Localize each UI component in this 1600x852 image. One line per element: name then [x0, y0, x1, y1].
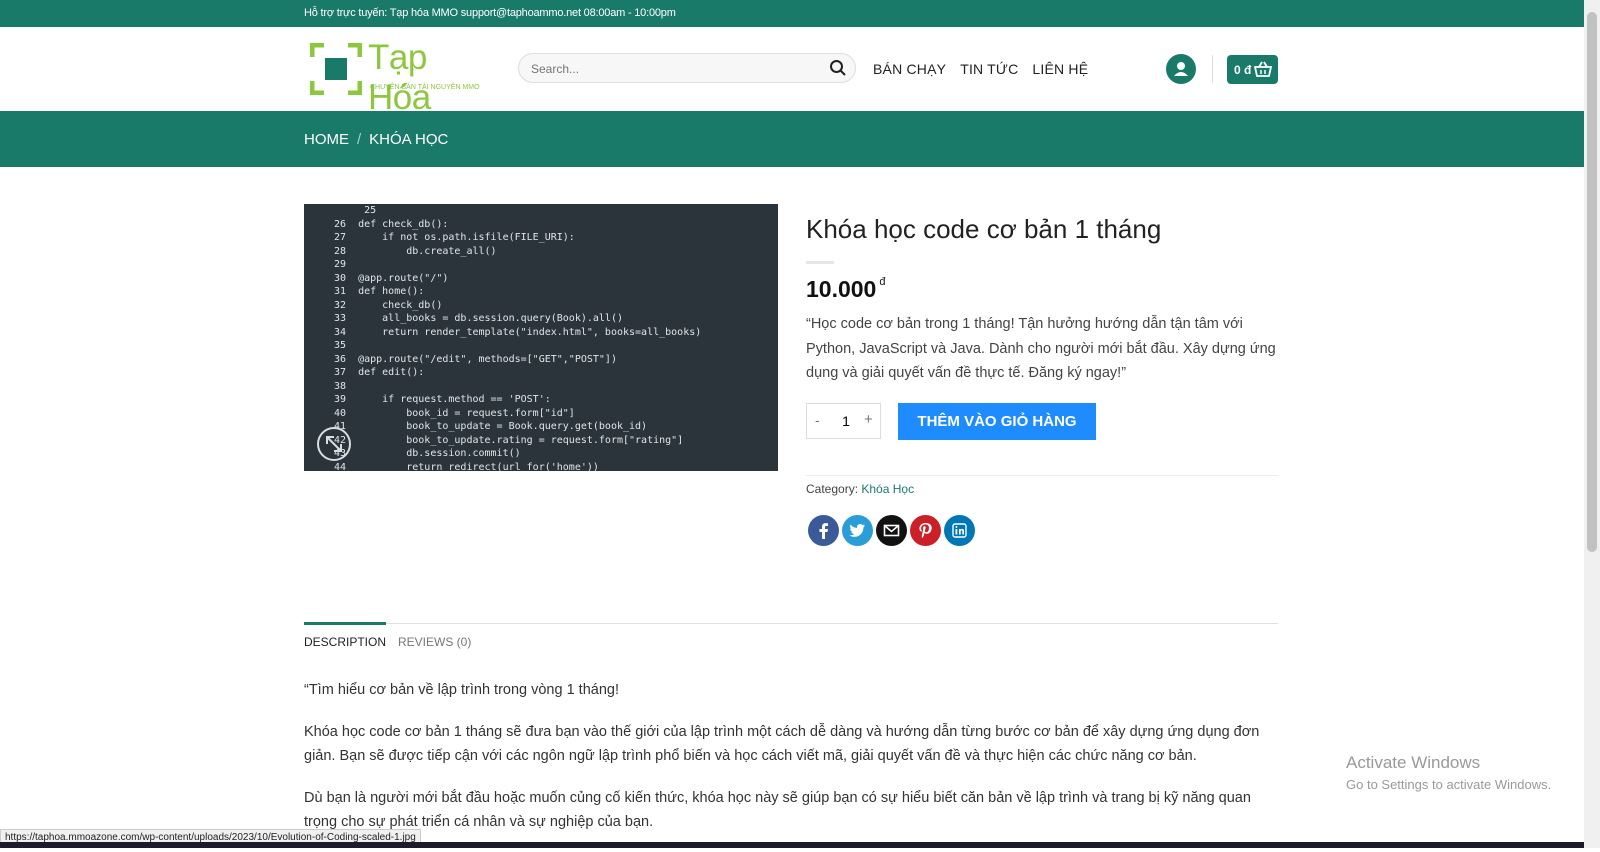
facebook-icon	[819, 523, 828, 539]
pinterest-icon	[919, 523, 932, 539]
breadcrumb: HOME / KHÓA HỌC	[304, 131, 448, 148]
quantity-stepper: - +	[806, 403, 881, 439]
product-category: Category: Khóa Học	[806, 482, 914, 496]
facebook-share-button[interactable]	[808, 515, 839, 546]
cart-button[interactable]: 0 đ	[1227, 55, 1278, 84]
main-nav: BÁN CHẠY TIN TỨC LIÊN HỆ	[873, 61, 1102, 77]
user-icon	[1174, 62, 1188, 76]
search-icon[interactable]	[829, 59, 847, 77]
nav-item-ban-chay[interactable]: BÁN CHẠY	[873, 61, 946, 77]
breadcrumb-bar: HOME / KHÓA HỌC	[0, 111, 1584, 167]
quantity-plus-button[interactable]: +	[864, 411, 873, 428]
linkedin-icon	[952, 523, 967, 538]
breadcrumb-home[interactable]: HOME	[304, 131, 349, 148]
product-short-description: “Học code cơ bản trong 1 tháng! Tận hưởn…	[806, 316, 1276, 381]
os-taskbar	[0, 842, 1584, 848]
meta-divider	[806, 475, 1278, 476]
logo-mark-icon	[310, 43, 362, 95]
product-image[interactable]: 25 26 def check_db(): 27 if not os.path.…	[304, 204, 778, 471]
logo-title: Tạp Hóa	[368, 38, 431, 117]
activate-title: Activate Windows	[1346, 753, 1481, 772]
title-divider	[806, 261, 834, 264]
top-info-bar: Hỗ trợ trực tuyến: Tạp hóa MMO support@t…	[0, 0, 1584, 27]
email-icon	[883, 524, 900, 537]
description-paragraph-2: Khóa học code cơ bản 1 tháng sẽ đưa bạn …	[304, 724, 1260, 764]
description-paragraph-3: Dù bạn là người mới bắt đầu hoặc muốn củ…	[304, 790, 1251, 830]
cart-total: 0 đ	[1234, 63, 1252, 77]
category-link[interactable]: Khóa Học	[861, 482, 914, 496]
price-currency: đ	[879, 276, 886, 288]
basket-icon	[1254, 61, 1272, 77]
site-logo[interactable]: Tạp Hóa CHUYÊN BÁN TÀI NGUYÊN MMO	[310, 38, 490, 117]
email-share-button[interactable]	[876, 515, 907, 546]
account-button[interactable]	[1166, 54, 1196, 84]
active-tab-indicator	[304, 622, 386, 625]
activate-windows-watermark: Activate Windows Go to Settings to activ…	[1346, 753, 1551, 792]
quantity-minus-button[interactable]: -	[815, 412, 820, 428]
linkedin-share-button[interactable]	[944, 515, 975, 546]
price-value: 10.000	[806, 276, 877, 302]
product-price: 10.000 đ	[806, 276, 885, 303]
code-screenshot: 25 26 def check_db(): 27 if not os.path.…	[334, 205, 702, 471]
nav-item-lien-he[interactable]: LIÊN HỆ	[1032, 61, 1088, 77]
category-label: Category:	[806, 482, 859, 496]
breadcrumb-current[interactable]: KHÓA HỌC	[369, 131, 448, 148]
header-divider	[1212, 55, 1213, 83]
description-paragraph-1: “Tìm hiểu cơ bản về lập trình trong vòng…	[304, 682, 619, 698]
twitter-share-button[interactable]	[842, 515, 873, 546]
pinterest-share-button[interactable]	[910, 515, 941, 546]
scrollbar-thumb[interactable]	[1587, 12, 1597, 552]
zoom-expand-icon[interactable]	[316, 426, 352, 462]
search-input[interactable]	[529, 58, 813, 80]
twitter-icon	[849, 524, 865, 537]
tab-reviews[interactable]: REVIEWS (0)	[398, 635, 471, 649]
nav-item-tin-tuc[interactable]: TIN TỨC	[960, 61, 1018, 77]
logo-subtitle: CHUYÊN BÁN TÀI NGUYÊN MMO	[370, 84, 480, 91]
quantity-input[interactable]	[833, 412, 859, 430]
add-to-cart-button[interactable]: THÊM VÀO GIỎ HÀNG	[898, 403, 1096, 440]
page-scrollbar[interactable]	[1584, 0, 1600, 848]
tabs-divider	[304, 623, 1278, 624]
product-title: Khóa học code cơ bản 1 tháng	[806, 214, 1162, 244]
breadcrumb-separator: /	[357, 131, 362, 148]
support-text: Hỗ trợ trực tuyến: Tạp hóa MMO support@t…	[304, 7, 676, 19]
search-box	[518, 53, 856, 83]
tab-description[interactable]: DESCRIPTION	[304, 635, 386, 649]
product-description: “Tìm hiểu cơ bản về lập trình trong vòng…	[304, 678, 1284, 852]
activate-subtitle: Go to Settings to activate Windows.	[1346, 777, 1552, 792]
